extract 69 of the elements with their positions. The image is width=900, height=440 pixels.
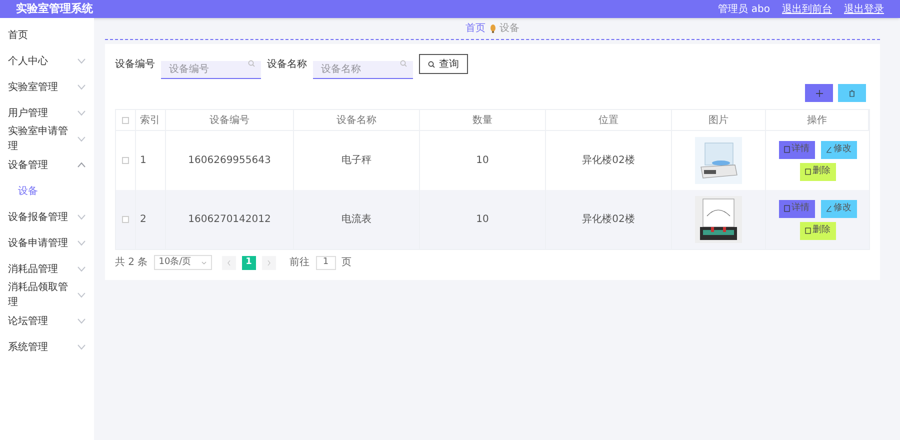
trash-icon xyxy=(849,90,855,96)
sidebar-item[interactable]: 设备申请管理 xyxy=(0,230,94,256)
goto-label: 前往 xyxy=(290,256,310,270)
sidebar-item[interactable]: 设备管理 xyxy=(0,152,94,178)
table-cell: 1606270142012 xyxy=(166,190,294,249)
bulb-icon xyxy=(490,24,496,33)
sidebar-item[interactable]: 实验室申请管理 xyxy=(0,126,94,152)
query-button[interactable]: 查询 xyxy=(419,54,468,74)
breadcrumb-item[interactable]: 首页 xyxy=(466,21,486,36)
column-header: 设备名称 xyxy=(294,110,420,130)
table-cell: 10 xyxy=(420,190,546,249)
prev-page-button[interactable] xyxy=(222,256,236,270)
sidebar-item[interactable]: 个人中心 xyxy=(0,48,94,74)
document-icon xyxy=(784,146,790,153)
search-field[interactable]: 设备名称 xyxy=(313,61,413,79)
pencil-icon xyxy=(826,205,832,212)
chevron-left-icon xyxy=(226,260,231,266)
checkbox[interactable] xyxy=(122,116,129,124)
total-count: 共 2 条 xyxy=(115,256,148,270)
search-field[interactable]: 设备编号 xyxy=(161,61,261,79)
field-label: 设备编号 xyxy=(115,58,155,72)
add-button[interactable] xyxy=(805,84,833,102)
sidebar-item[interactable]: 论坛管理 xyxy=(0,308,94,334)
column-header: 设备编号 xyxy=(166,110,294,130)
edit-button[interactable]: 修改 xyxy=(820,140,856,158)
meter-drawing xyxy=(695,196,742,243)
goto-suffix: 页 xyxy=(342,256,352,270)
delete-button[interactable] xyxy=(838,84,866,102)
pencil-icon xyxy=(826,146,832,153)
page-input[interactable]: 1 xyxy=(316,256,336,270)
search-icon xyxy=(400,60,407,67)
search-icon xyxy=(248,60,255,67)
remove-button[interactable]: 删除 xyxy=(800,162,836,180)
sidebar-item[interactable]: 系统管理 xyxy=(0,334,94,360)
sidebar-item[interactable]: 消耗品领取管理 xyxy=(0,282,94,308)
next-page-button[interactable] xyxy=(262,256,276,270)
document-icon xyxy=(784,205,790,212)
sidebar-subitem[interactable]: 设备 xyxy=(0,178,94,204)
sidebar-item[interactable]: 消耗品管理 xyxy=(0,256,94,282)
plus-icon xyxy=(816,90,822,96)
chevron-right-icon xyxy=(266,260,271,266)
column-header: 操作 xyxy=(766,110,869,130)
chevron-icon xyxy=(200,260,207,264)
field-label: 设备名称 xyxy=(267,58,307,72)
table-cell: 电流表 xyxy=(294,190,420,249)
table-cell: 异化楼02楼 xyxy=(546,190,672,249)
column-header: 图片 xyxy=(672,110,766,130)
column-header: 位置 xyxy=(546,110,672,130)
header-link[interactable]: 退出到前台 xyxy=(782,2,832,16)
app-title: 实验室管理系统 xyxy=(16,0,93,17)
sidebar-item[interactable]: 实验室管理 xyxy=(0,74,94,100)
user-label: 管理员 abo xyxy=(718,2,770,16)
column-header: 索引 xyxy=(136,110,166,130)
checkbox[interactable] xyxy=(122,216,129,223)
column-header: 数量 xyxy=(420,110,546,130)
search-icon xyxy=(428,60,435,68)
trash-icon xyxy=(804,227,810,234)
table-cell: 2 xyxy=(136,190,166,249)
breadcrumb-item: 设备 xyxy=(500,22,520,36)
edit-button[interactable]: 修改 xyxy=(820,200,856,218)
sidebar-item[interactable]: 首页 xyxy=(0,22,94,48)
sidebar-item[interactable]: 用户管理 xyxy=(0,100,94,126)
remove-button[interactable]: 删除 xyxy=(800,222,836,240)
page-size-select[interactable]: 10条/页 xyxy=(154,255,212,270)
sidebar-item[interactable]: 设备报备管理 xyxy=(0,204,94,230)
checkbox[interactable] xyxy=(122,157,129,164)
trash-icon xyxy=(804,168,810,175)
header-link[interactable]: 退出登录 xyxy=(844,2,884,16)
scale-drawing xyxy=(695,137,742,184)
